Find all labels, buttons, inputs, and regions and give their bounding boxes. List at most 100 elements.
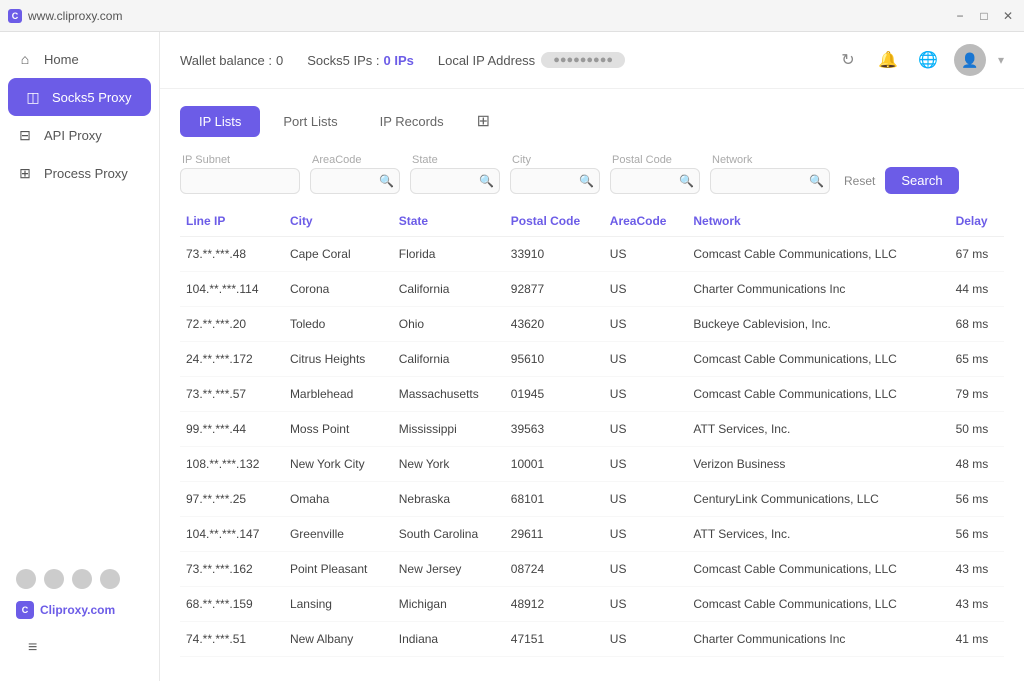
cell-area: US bbox=[604, 342, 688, 377]
api-icon: ⊟ bbox=[16, 126, 34, 144]
col-delay: Delay bbox=[950, 206, 1004, 237]
table-row[interactable]: 73.**.***.57 Marblehead Massachusetts 01… bbox=[180, 377, 1004, 412]
table-row[interactable]: 73.**.***.162 Point Pleasant New Jersey … bbox=[180, 552, 1004, 587]
minimize-button[interactable]: − bbox=[952, 8, 968, 24]
table-row[interactable]: 74.**.***.51 New Albany Indiana 47151 US… bbox=[180, 622, 1004, 657]
notification-refresh-icon[interactable]: ↻ bbox=[834, 46, 862, 74]
cell-postal: 47151 bbox=[505, 622, 604, 657]
state-input[interactable] bbox=[410, 168, 500, 194]
cell-city: Cape Coral bbox=[284, 237, 393, 272]
filter-city: City 🔍 bbox=[510, 154, 600, 194]
tab-ip-lists[interactable]: IP Lists bbox=[180, 106, 260, 137]
cell-postal: 08724 bbox=[505, 552, 604, 587]
area-code-input[interactable] bbox=[310, 168, 400, 194]
cell-ip: 104.**.***.147 bbox=[180, 517, 284, 552]
table-row[interactable]: 99.**.***.44 Moss Point Mississippi 3956… bbox=[180, 412, 1004, 447]
filter-ip-subnet: IP Subnet bbox=[180, 154, 300, 194]
globe-icon[interactable]: 🌐 bbox=[914, 46, 942, 74]
ip-subnet-input[interactable] bbox=[180, 168, 300, 194]
table-row[interactable]: 73.**.***.48 Cape Coral Florida 33910 US… bbox=[180, 237, 1004, 272]
sidebar-item-home[interactable]: ⌂ Home bbox=[0, 40, 159, 78]
socks5-info: Socks5 IPs : 0 IPs bbox=[307, 53, 414, 68]
telegram-icon[interactable] bbox=[72, 569, 92, 589]
home-icon: ⌂ bbox=[16, 50, 34, 68]
table-settings-icon[interactable]: ⊞ bbox=[467, 105, 500, 137]
cell-area: US bbox=[604, 237, 688, 272]
socks5-label: Socks5 IPs : bbox=[307, 53, 379, 68]
cell-city: Point Pleasant bbox=[284, 552, 393, 587]
account-dropdown-arrow[interactable]: ▾ bbox=[998, 53, 1004, 67]
cell-network: Comcast Cable Communications, LLC bbox=[687, 552, 949, 587]
cell-city: Largo bbox=[284, 657, 393, 666]
cell-state: Ohio bbox=[393, 307, 505, 342]
email-icon[interactable] bbox=[16, 569, 36, 589]
table-header-row: Line IP City State Postal Code AreaCode … bbox=[180, 206, 1004, 237]
maximize-button[interactable]: □ bbox=[976, 8, 992, 24]
ip-table: Line IP City State Postal Code AreaCode … bbox=[180, 206, 1004, 665]
table-row[interactable]: 104.**.***.114 Corona California 92877 U… bbox=[180, 272, 1004, 307]
cell-network: ATT Services, Inc. bbox=[687, 412, 949, 447]
cell-ip: 73.**.***.57 bbox=[180, 377, 284, 412]
sidebar-item-label: Home bbox=[44, 52, 79, 67]
table-row[interactable]: 68.**.***.159 Lansing Michigan 48912 US … bbox=[180, 587, 1004, 622]
filter-row: IP Subnet AreaCode 🔍 State bbox=[180, 153, 1004, 194]
table-row[interactable]: 108.**.***.132 New York City New York 10… bbox=[180, 447, 1004, 482]
user-avatar[interactable]: 👤 bbox=[954, 44, 986, 76]
table-row[interactable]: 104.**.***.147 Greenville South Carolina… bbox=[180, 517, 1004, 552]
cell-network: Charter Communications Inc bbox=[687, 657, 949, 666]
table-row[interactable]: 97.**.***.25 Omaha Nebraska 68101 US Cen… bbox=[180, 482, 1004, 517]
network-input[interactable] bbox=[710, 168, 830, 194]
cell-state: Nebraska bbox=[393, 482, 505, 517]
cell-postal: 68101 bbox=[505, 482, 604, 517]
cell-area: US bbox=[604, 412, 688, 447]
cell-network: Charter Communications Inc bbox=[687, 622, 949, 657]
cell-postal: 48912 bbox=[505, 587, 604, 622]
postal-input-wrap: 🔍 bbox=[610, 168, 700, 194]
cell-area: US bbox=[604, 552, 688, 587]
sidebar-item-api[interactable]: ⊟ API Proxy bbox=[0, 116, 159, 154]
table-row[interactable]: 25.**.***.104 Largo Florida 33770 US Cha… bbox=[180, 657, 1004, 666]
cell-postal: 29611 bbox=[505, 517, 604, 552]
sidebar-item-socks5[interactable]: ◫ Socks5 Proxy bbox=[8, 78, 151, 116]
titlebar-left: C www.cliproxy.com bbox=[8, 9, 122, 23]
brand-icon: C bbox=[16, 601, 34, 619]
hamburger-menu[interactable]: ≡ bbox=[12, 631, 147, 665]
titlebar-controls: − □ ✕ bbox=[952, 8, 1016, 24]
cell-delay: 41 ms bbox=[950, 622, 1004, 657]
cell-state: Florida bbox=[393, 657, 505, 666]
cell-network: Buckeye Cablevision, Inc. bbox=[687, 307, 949, 342]
search-button[interactable]: Search bbox=[885, 167, 958, 194]
postal-input[interactable] bbox=[610, 168, 700, 194]
reset-label[interactable]: Reset bbox=[840, 168, 879, 194]
cell-area: US bbox=[604, 272, 688, 307]
cell-area: US bbox=[604, 587, 688, 622]
tab-port-lists[interactable]: Port Lists bbox=[264, 106, 356, 137]
sidebar-item-process[interactable]: ⊞ Process Proxy bbox=[0, 154, 159, 192]
chat-icon[interactable] bbox=[44, 569, 64, 589]
cell-state: Michigan bbox=[393, 587, 505, 622]
table-row[interactable]: 72.**.***.20 Toledo Ohio 43620 US Buckey… bbox=[180, 307, 1004, 342]
bell-icon[interactable]: 🔔 bbox=[874, 46, 902, 74]
cell-city: Citrus Heights bbox=[284, 342, 393, 377]
tab-ip-records[interactable]: IP Records bbox=[361, 106, 463, 137]
city-input[interactable] bbox=[510, 168, 600, 194]
cell-ip: 104.**.***.114 bbox=[180, 272, 284, 307]
table-row[interactable]: 24.**.***.172 Citrus Heights California … bbox=[180, 342, 1004, 377]
cell-delay: 56 ms bbox=[950, 482, 1004, 517]
wallet-value: 0 bbox=[276, 53, 283, 68]
close-button[interactable]: ✕ bbox=[1000, 8, 1016, 24]
brand-name: Cliproxy.com bbox=[40, 603, 115, 617]
cell-delay: 79 ms bbox=[950, 377, 1004, 412]
titlebar: C www.cliproxy.com − □ ✕ bbox=[0, 0, 1024, 32]
cell-ip: 97.**.***.25 bbox=[180, 482, 284, 517]
tab-label: Port Lists bbox=[283, 114, 337, 129]
col-city: City bbox=[284, 206, 393, 237]
cell-network: Comcast Cable Communications, LLC bbox=[687, 342, 949, 377]
cell-delay: 48 ms bbox=[950, 447, 1004, 482]
discord-icon[interactable] bbox=[100, 569, 120, 589]
filter-postal: Postal Code 🔍 bbox=[610, 154, 700, 194]
tab-label: IP Records bbox=[380, 114, 444, 129]
sidebar-social bbox=[12, 569, 147, 589]
cell-state: Indiana bbox=[393, 622, 505, 657]
cell-delay: 44 ms bbox=[950, 272, 1004, 307]
